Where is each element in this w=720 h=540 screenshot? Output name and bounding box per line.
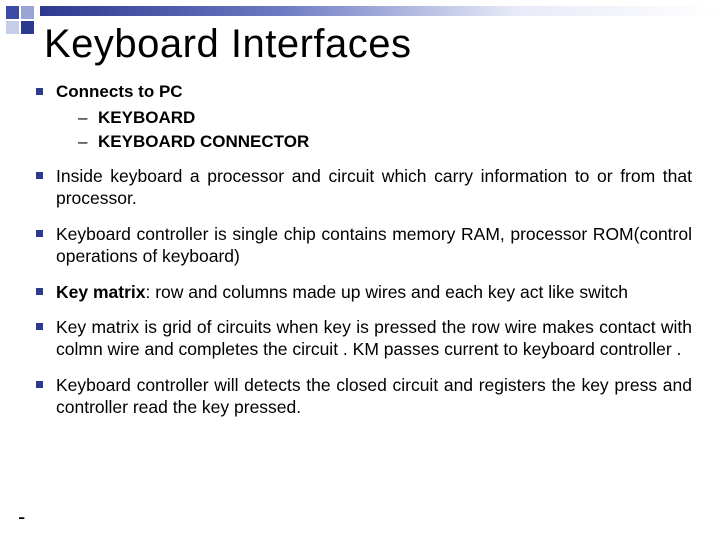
bullet-level1: Connects to PC [32, 82, 692, 102]
body-text: : row and columns made up wires and each… [146, 282, 628, 302]
footer-mark: - [18, 504, 25, 530]
bold-text: Key matrix [56, 282, 146, 302]
slide-body: Connects to PC KEYBOARD KEYBOARD CONNECT… [32, 82, 692, 419]
bullet-level1: Inside keyboard a processor and circuit … [32, 166, 692, 210]
bullet-level2: KEYBOARD [74, 108, 692, 128]
slide-title: Keyboard Interfaces [44, 22, 412, 67]
slide: Keyboard Interfaces Connects to PC KEYBO… [0, 0, 720, 540]
header-gradient-bar [40, 6, 720, 16]
bullet-level1: Keyboard controller will detects the clo… [32, 375, 692, 419]
bullet-level1: Key matrix: row and columns made up wire… [32, 282, 692, 304]
corner-decoration [6, 6, 34, 34]
bullet-level2: KEYBOARD CONNECTOR [74, 132, 692, 152]
bullet-level1: Key matrix is grid of circuits when key … [32, 317, 692, 361]
bullet-level1: Keyboard controller is single chip conta… [32, 224, 692, 268]
